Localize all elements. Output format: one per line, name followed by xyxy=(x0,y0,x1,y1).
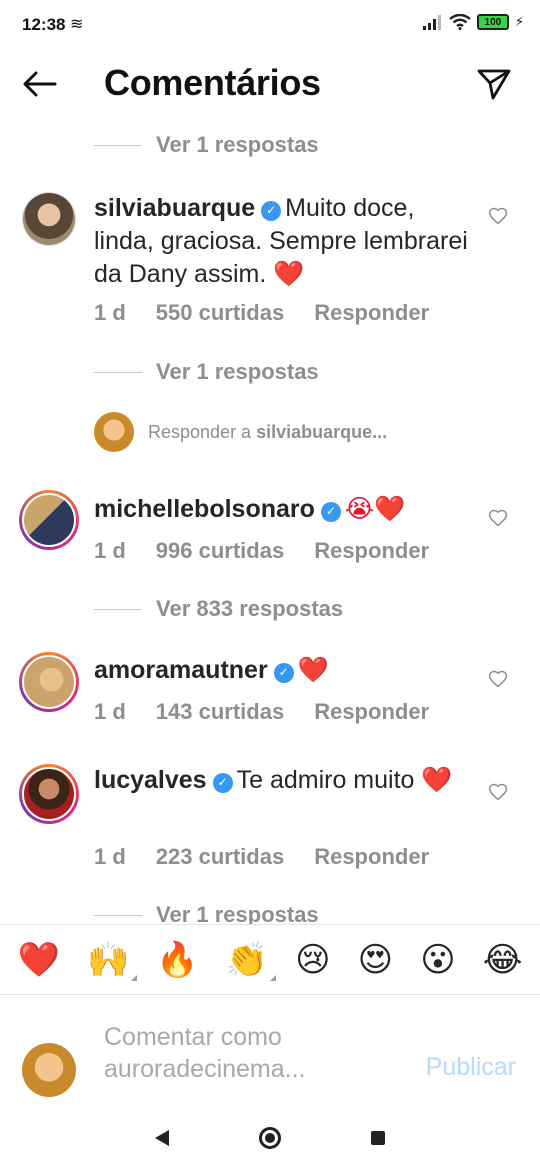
comment-text: amoramautner ✓ ❤️ xyxy=(94,654,474,687)
heart-icon[interactable] xyxy=(488,508,508,528)
system-nav-bar xyxy=(0,1106,540,1170)
comment-input[interactable]: Comentar como auroradecinema... xyxy=(104,1021,384,1085)
reply-button[interactable]: Responder xyxy=(314,538,429,564)
verified-badge-icon: ✓ xyxy=(320,501,341,522)
comment-meta: 1 d 550 curtidas Responder xyxy=(94,300,429,326)
status-icons: 100 ⚡ xyxy=(422,14,524,30)
comment-text: lucyalves ✓ Te admiro muito ❤️ xyxy=(94,764,474,797)
arrow-left-icon xyxy=(23,71,57,97)
page-title: Comentários xyxy=(104,62,321,103)
heart-icon[interactable] xyxy=(488,782,508,802)
heart-icon[interactable] xyxy=(488,206,508,226)
back-button[interactable] xyxy=(20,64,60,104)
view-replies-link[interactable]: Ver 1 respostas xyxy=(94,357,319,387)
comment-likes[interactable]: 550 curtidas xyxy=(156,300,284,326)
emoji-fire-button[interactable]: 🔥 xyxy=(156,943,198,977)
comment-emoji: 😭❤️ xyxy=(344,495,406,523)
avatar[interactable] xyxy=(22,192,76,246)
emoji-heart-button[interactable]: ❤️ xyxy=(18,943,60,977)
nav-recents-icon[interactable] xyxy=(371,1131,385,1145)
divider xyxy=(94,608,142,610)
comment-username[interactable]: amoramautner xyxy=(94,656,268,684)
comment-meta: 1 d 223 curtidas Responder xyxy=(94,844,429,870)
reply-to-prefix: Responder a xyxy=(148,421,252,442)
nav-home-icon[interactable] xyxy=(259,1127,281,1149)
emoji-heart-eyes-button[interactable]: 😍 xyxy=(358,943,393,977)
emoji-crying-button[interactable]: 😢 xyxy=(295,943,330,977)
reply-button[interactable]: Responder xyxy=(314,300,429,326)
comment-composer: Comentar como auroradecinema... Publicar xyxy=(0,994,540,1106)
paper-plane-icon xyxy=(477,69,511,100)
reply-button[interactable]: Responder xyxy=(314,844,429,870)
nav-back-icon[interactable] xyxy=(155,1130,169,1146)
emoji-laughing-button[interactable]: 😂 xyxy=(483,943,523,977)
view-replies-link[interactable]: Ver 1 respostas xyxy=(94,130,319,160)
verified-badge-icon: ✓ xyxy=(273,662,294,683)
header: Comentários xyxy=(0,52,540,116)
verified-badge-icon: ✓ xyxy=(261,200,282,221)
comment-likes[interactable]: 996 curtidas xyxy=(156,538,284,564)
divider xyxy=(94,371,142,373)
reply-button[interactable]: Responder xyxy=(314,699,429,725)
notification-icon: ≋ xyxy=(70,16,84,33)
my-avatar xyxy=(94,412,134,452)
comment-username[interactable]: michellebolsonaro xyxy=(94,495,315,523)
reply-to-prompt[interactable]: Responder a silviabuarque... xyxy=(94,412,387,452)
comment-emoji: ❤️ xyxy=(421,766,453,794)
emoji-clap-button[interactable]: 👏 xyxy=(226,943,277,981)
comment-time: 1 d xyxy=(94,844,126,869)
view-replies-label: Ver 1 respostas xyxy=(156,132,319,157)
status-bar: 12:38 ≋ 100 ⚡ xyxy=(0,0,540,52)
verified-badge-icon: ✓ xyxy=(212,772,233,793)
view-replies-label: Ver 1 respostas xyxy=(156,359,319,384)
reply-to-text: Responder a silviabuarque... xyxy=(148,422,387,443)
publish-button[interactable]: Publicar xyxy=(426,1053,516,1082)
comment-text: silviabuarque ✓ Muito doce, linda, gracios… xyxy=(94,192,474,291)
emoji-surprised-button[interactable]: 😮 xyxy=(420,943,455,977)
heart-icon[interactable] xyxy=(488,669,508,689)
avatar[interactable] xyxy=(19,490,79,550)
comment-content: Te admiro muito xyxy=(236,766,415,794)
comment-text: michellebolsonaro ✓ 😭❤️ xyxy=(94,493,474,526)
comment-time: 1 d xyxy=(94,699,126,724)
comment-meta: 1 d 996 curtidas Responder xyxy=(94,538,429,564)
view-replies-label: Ver 833 respostas xyxy=(156,596,344,621)
battery-icon: 100 xyxy=(476,14,509,30)
comment-meta: 1 d 143 curtidas Responder xyxy=(94,699,429,725)
view-replies-link[interactable]: Ver 833 respostas xyxy=(94,594,343,624)
share-button[interactable] xyxy=(474,64,514,104)
comment-time: 1 d xyxy=(94,300,126,325)
quick-emoji-bar: ❤️ 🙌 🔥 👏 😢 😍 😮 😂 xyxy=(0,924,540,994)
reply-to-username: silviabuarque... xyxy=(256,421,388,442)
comment-emoji: ❤️ xyxy=(297,656,329,684)
avatar[interactable] xyxy=(19,652,79,712)
comment-likes[interactable]: 143 curtidas xyxy=(156,699,284,725)
my-avatar xyxy=(22,1043,76,1097)
status-time: 12:38 xyxy=(22,15,66,34)
emoji-raised-hands-button[interactable]: 🙌 xyxy=(87,943,138,981)
comment-username[interactable]: lucyalves xyxy=(94,766,207,794)
divider xyxy=(94,914,142,916)
wifi-icon xyxy=(449,14,471,30)
charging-icon: ⚡ xyxy=(514,14,524,29)
divider xyxy=(94,144,142,146)
avatar[interactable] xyxy=(19,764,79,824)
comment-likes[interactable]: 223 curtidas xyxy=(156,844,284,870)
comment-username[interactable]: silviabuarque xyxy=(94,194,255,222)
comment-emoji: ❤️ xyxy=(273,260,305,288)
signal-icon xyxy=(422,15,441,30)
comment-time: 1 d xyxy=(94,538,126,563)
